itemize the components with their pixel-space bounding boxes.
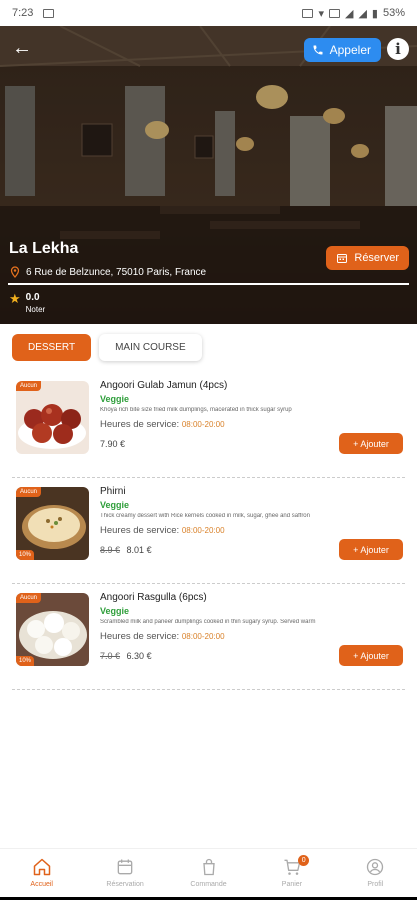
battery-icon: ▮ <box>371 7 378 20</box>
status-bar: 7:23 ▾ ◢ ◢ ▮ 53% <box>0 0 417 26</box>
add-button[interactable]: + Ajouter <box>339 645 403 666</box>
rating-label: Noter <box>25 305 46 314</box>
home-icon <box>33 858 50 876</box>
item-price: 7.0 € 6.30 € <box>100 651 152 661</box>
calendar-icon <box>337 254 348 263</box>
restaurant-name: La Lekha <box>9 240 79 257</box>
nav-label: Commande <box>190 881 227 888</box>
hours-label: Heures de service: <box>100 419 180 430</box>
tab-dessert[interactable]: DESSERT <box>12 334 92 361</box>
item-hours: Heures de service: 08:00-20:00 <box>100 631 225 642</box>
location-pin-icon <box>10 266 20 278</box>
tab-main-course[interactable]: MAIN COURSE <box>99 334 202 361</box>
nav-home[interactable]: Accueil <box>0 849 83 900</box>
nav-cart[interactable]: 0 Panier <box>250 849 333 900</box>
category-tabs: DESSERT MAIN COURSE <box>12 334 202 361</box>
signal-2-icon: ◢ <box>358 7 367 20</box>
price-current: 7.90 € <box>100 439 126 449</box>
price-old: 8.9 € <box>100 545 121 555</box>
back-arrow-icon[interactable]: ← <box>10 36 34 60</box>
bottom-nav: Accueil Réservation Commande 0 Panier Pr… <box>0 848 417 900</box>
divider <box>8 283 409 285</box>
nfc-icon <box>328 8 340 18</box>
bag-icon <box>202 858 215 876</box>
item-tag: Veggie <box>100 500 130 510</box>
item-price: 8.9 € 8.01 € <box>100 545 152 555</box>
cart-badge: 0 <box>298 855 310 866</box>
item-image: Aucun 10% <box>16 487 89 560</box>
list-item[interactable]: Aucun 10% Phirni Veggie Thick creamy des… <box>12 478 405 584</box>
restaurant-address: 6 Rue de Belzunce, 75010 Paris, France <box>9 266 206 278</box>
item-price: 7.90 € <box>100 439 125 449</box>
discount-badge: 10% <box>16 550 35 560</box>
cast-icon <box>302 8 314 18</box>
discount-badge: 10% <box>16 656 35 666</box>
item-badge: Aucun <box>16 593 42 603</box>
list-item[interactable]: Aucun 10% Angoori Rasgulla (6pcs) Veggie… <box>12 584 405 690</box>
nav-label: Profil <box>367 881 384 888</box>
hours-label: Heures de service: <box>100 525 180 536</box>
item-description: Khoya rich bite size fried milk dumpling… <box>100 407 292 413</box>
reserve-button[interactable]: Réserver <box>326 246 409 270</box>
nav-reservation[interactable]: Réservation <box>83 849 166 900</box>
restaurant-hero: ← Appeler i La Lekha 6 Rue de Belzunce, … <box>0 26 417 324</box>
item-hours: Heures de service: 08:00-20:00 <box>100 525 225 536</box>
item-name: Phirni <box>100 486 126 497</box>
call-button[interactable]: Appeler <box>303 38 381 62</box>
price-old: 7.0 € <box>100 651 121 661</box>
reserve-label: Réserver <box>354 252 399 264</box>
info-icon[interactable]: i <box>387 38 409 60</box>
nav-profile[interactable]: Profil <box>334 849 417 900</box>
list-item[interactable]: Aucun Angoori Gulab Jamun (4pcs) Veggie … <box>12 372 405 478</box>
menu-list: Aucun Angoori Gulab Jamun (4pcs) Veggie … <box>0 372 417 690</box>
item-hours: Heures de service: 08:00-20:00 <box>100 419 225 430</box>
gulab-jamun-photo <box>16 381 89 454</box>
item-description: Thick creamy dessert with Rice kernels c… <box>100 513 310 519</box>
hours-value: 08:00-20:00 <box>181 632 225 641</box>
nav-label: Panier <box>281 881 303 888</box>
restaurant-photo <box>0 26 417 324</box>
item-image: Aucun <box>16 381 89 454</box>
hours-value: 08:00-20:00 <box>181 420 225 429</box>
item-badge: Aucun <box>16 487 42 497</box>
nav-label: Réservation <box>106 881 144 888</box>
item-description: Scrambled milk and paneer dumplings cook… <box>100 619 316 625</box>
nav-label: Accueil <box>30 881 53 888</box>
add-button[interactable]: + Ajouter <box>339 433 403 454</box>
call-label: Appeler <box>329 43 371 57</box>
profile-icon <box>367 858 384 876</box>
hours-label: Heures de service: <box>100 631 180 642</box>
star-icon: ★ <box>9 291 21 306</box>
item-image: Aucun 10% <box>16 593 89 666</box>
add-button[interactable]: + Ajouter <box>339 539 403 560</box>
rating-value: 0.0 <box>25 292 40 303</box>
calendar-icon <box>117 859 133 875</box>
price-current: 6.30 € <box>126 651 152 661</box>
item-badge: Aucun <box>16 381 42 391</box>
item-name: Angoori Rasgulla (6pcs) <box>100 592 207 603</box>
battery-level: 53% <box>382 7 405 19</box>
price-current: 8.01 € <box>126 545 152 555</box>
signal-icon: ◢ <box>344 7 354 20</box>
item-name: Angoori Gulab Jamun (4pcs) <box>100 380 228 391</box>
wifi-icon: ▾ <box>318 7 324 20</box>
item-tag: Veggie <box>100 394 130 404</box>
gallery-notification-icon <box>43 8 55 18</box>
item-tag: Veggie <box>100 606 130 616</box>
rating[interactable]: ★ 0.0 Noter <box>9 292 45 314</box>
hours-value: 08:00-20:00 <box>181 526 225 535</box>
phone-icon <box>313 45 323 55</box>
nav-orders[interactable]: Commande <box>167 849 250 900</box>
status-time: 7:23 <box>12 7 34 19</box>
address-text: 6 Rue de Belzunce, 75010 Paris, France <box>26 266 207 278</box>
